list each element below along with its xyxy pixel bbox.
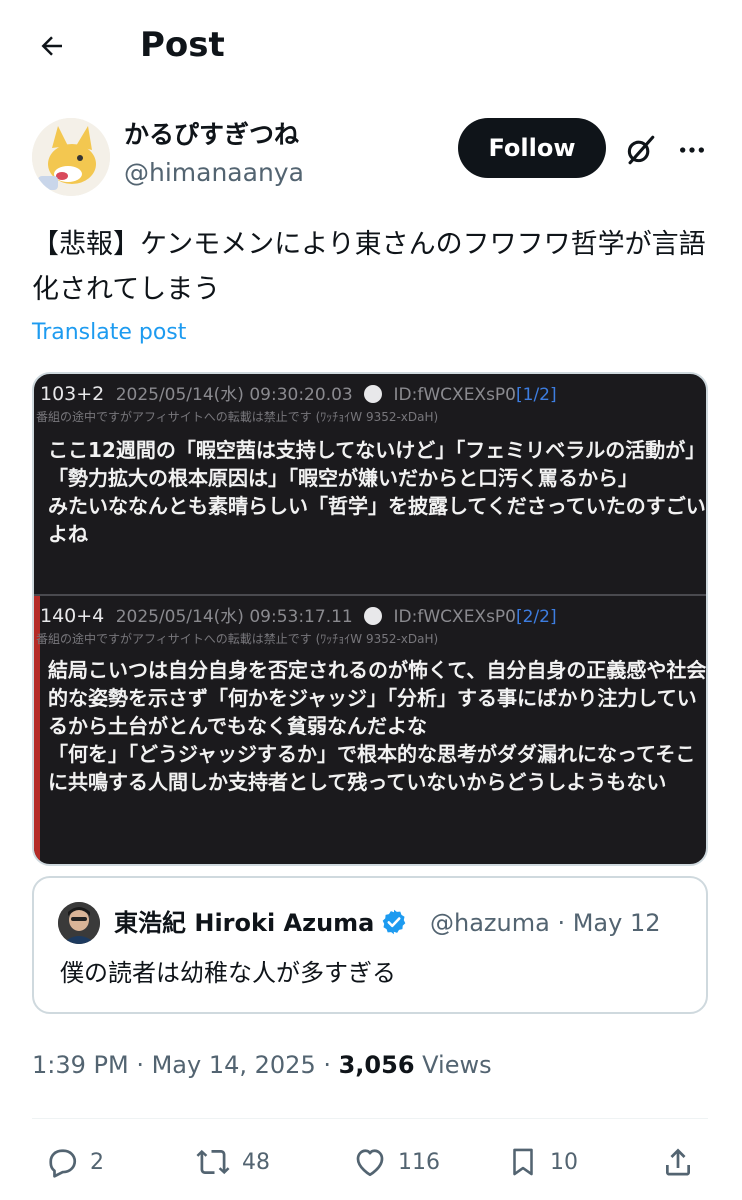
- back-arrow-icon: [41, 36, 62, 56]
- verified-icon: [383, 909, 406, 935]
- translate-post-link[interactable]: Translate post: [32, 316, 186, 350]
- bookmark-icon: [513, 1148, 533, 1176]
- response-header: 140+4 2025/05/14(水) 09:53:17.11 ID:fWCXE…: [40, 604, 557, 629]
- quoted-post[interactable]: 東浩紀 Hiroki Azuma @hazuma · May 12 僕の読者は幼…: [32, 876, 708, 1014]
- response-subheader: 番組の途中ですがアフィサイトへの転載は禁止です (ﾜｯﾁｮｲW 9352-xDa…: [36, 410, 439, 424]
- bbs-response-1: 103+2 2025/05/14(水) 09:30:20.03 ID:fWCXE…: [34, 374, 706, 592]
- like-icon: [356, 1149, 384, 1177]
- action-bar: 2 48 116 10: [0, 1138, 742, 1194]
- post-text: 【悲報】ケンモメンにより東さんのフワフワ哲学が言語化されてしまう: [32, 229, 706, 305]
- top-bar: Post: [0, 0, 742, 92]
- author-handle[interactable]: @himanaanya: [124, 156, 304, 190]
- response-number: 103+2: [40, 383, 105, 405]
- follow-button[interactable]: Follow: [458, 118, 606, 178]
- quote-handle-date: @hazuma · May 12: [430, 909, 661, 937]
- author-avatar[interactable]: [32, 118, 110, 196]
- response-subheader: 番組の途中ですがアフィサイトへの転載は禁止です (ﾜｯﾁｮｲW 9352-xDa…: [36, 632, 439, 646]
- post-image[interactable]: 103+2 2025/05/14(水) 09:30:20.03 ID:fWCXE…: [32, 372, 708, 866]
- post-timestamp[interactable]: 1:39 PM · May 14, 2025 ·: [32, 1051, 339, 1079]
- more-icon: [680, 147, 704, 153]
- grok-icon: [627, 135, 655, 165]
- author-name[interactable]: かるぴすぎつね: [124, 118, 299, 152]
- response-id: ID:fWCXEXsP0: [393, 385, 516, 405]
- reply-icon: [49, 1149, 77, 1178]
- response-page: [2/2]: [516, 607, 557, 627]
- more-options-button[interactable]: [672, 130, 712, 170]
- response-number: 140+4: [40, 605, 105, 627]
- quote-author-avatar: [58, 902, 100, 944]
- reply-button[interactable]: 2: [44, 1144, 104, 1180]
- fox-avatar-image: [32, 118, 110, 196]
- response-body: 結局こいつは自分自身を否定されるのが怖くて、自分自身の正義感や社会的な姿勢を示さ…: [48, 658, 707, 794]
- repost-icon: [196, 1149, 230, 1175]
- response-date: 2025/05/14(水) 09:30:20.03: [115, 385, 353, 405]
- quote-text: 僕の読者は幼稚な人が多すぎる: [60, 959, 396, 987]
- response-body: ここ12週間の「暇空茜は支持してないけど」「フェミリベラルの活動が」「勢力拡大の…: [48, 438, 706, 546]
- like-count: 116: [398, 1149, 440, 1175]
- grok-button[interactable]: [620, 130, 660, 170]
- response-date: 2025/05/14(水) 09:53:17.11: [115, 607, 353, 627]
- response-page: [1/2]: [516, 385, 557, 405]
- response-header: 103+2 2025/05/14(水) 09:30:20.03 ID:fWCXE…: [40, 382, 557, 407]
- response-id: ID:fWCXEXsP0: [393, 607, 516, 627]
- share-button[interactable]: [660, 1144, 696, 1180]
- repost-button[interactable]: 48: [194, 1144, 270, 1180]
- repost-count: 48: [242, 1149, 270, 1175]
- divider: [32, 1118, 708, 1119]
- quote-author-name-text: 東浩紀 Hiroki Azuma: [114, 909, 375, 937]
- reply-count: 2: [90, 1149, 104, 1175]
- bookmark-count: 10: [550, 1149, 578, 1175]
- like-button[interactable]: 116: [352, 1144, 440, 1180]
- speech-bubble-icon: [364, 607, 383, 625]
- back-button[interactable]: [30, 24, 74, 68]
- bbs-response-2: 140+4 2025/05/14(水) 09:53:17.11 ID:fWCXE…: [34, 594, 707, 864]
- speech-bubble-icon: [364, 385, 383, 403]
- views-label: Views: [414, 1051, 492, 1079]
- views-count: 3,056: [338, 1051, 415, 1079]
- bookmark-button[interactable]: 10: [506, 1144, 578, 1180]
- share-icon: [666, 1148, 690, 1176]
- post-meta: 1:39 PM · May 14, 2025 · 3,056 Views: [32, 1048, 492, 1082]
- page-title: Post: [140, 25, 225, 65]
- quote-author-name: 東浩紀 Hiroki Azuma: [114, 906, 408, 940]
